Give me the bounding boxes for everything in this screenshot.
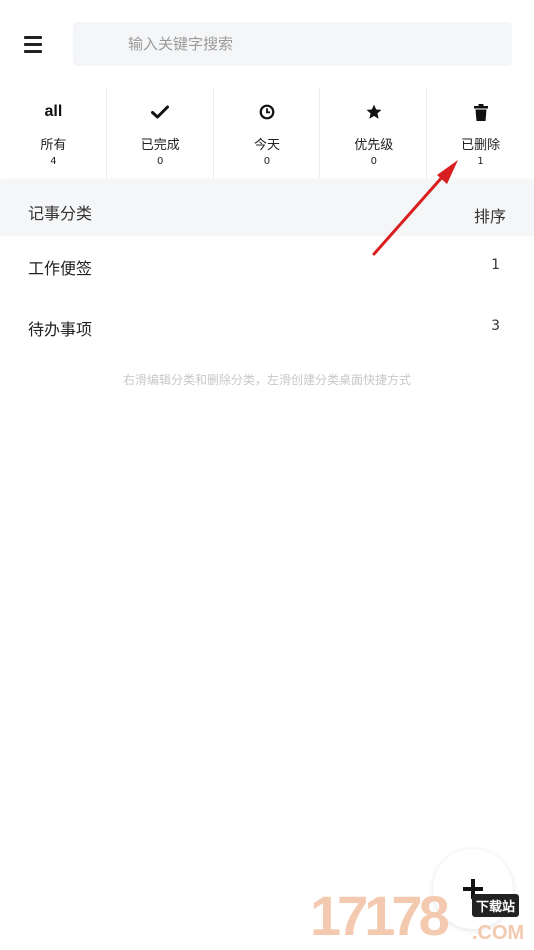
search-input[interactable] (73, 22, 512, 66)
category-count: 3 (491, 318, 500, 334)
filter-priority[interactable]: 优先级 0 (320, 88, 427, 178)
list-item-category[interactable]: 待办事项 3 (0, 297, 534, 357)
filter-deleted[interactable]: 已删除 1 (427, 88, 534, 178)
category-name: 待办事项 (28, 320, 93, 339)
filter-all[interactable]: all 所有 4 (0, 88, 107, 178)
check-icon (107, 102, 214, 122)
watermark-site: 下载站 (472, 894, 520, 917)
category-count: 1 (491, 257, 500, 273)
filter-label: 优先级 (354, 138, 394, 153)
sort-button[interactable]: 排序 (474, 203, 506, 227)
swipe-hint: 右滑编辑分类和删除分类，左滑创建分类桌面快捷方式 (122, 373, 411, 387)
list-item-category[interactable]: 工作便签 1 (0, 236, 534, 296)
top-bar (0, 0, 534, 88)
category-name: 工作便签 (28, 259, 93, 278)
filter-label: 已完成 (140, 138, 180, 153)
all-text-icon: all (44, 103, 63, 120)
category-header: 记事分类 排序 (0, 180, 534, 236)
trash-icon (427, 102, 534, 122)
section-title: 记事分类 (28, 204, 93, 223)
filter-label: 已删除 (461, 138, 501, 153)
filter-count: 0 (370, 156, 377, 167)
filter-count: 0 (157, 156, 164, 167)
filter-count: 0 (263, 156, 271, 167)
menu-icon[interactable] (22, 33, 46, 57)
filter-label: 今天 (253, 138, 280, 153)
filter-today[interactable]: 今天 0 (214, 88, 321, 178)
watermark-number: 17178 (310, 884, 450, 947)
filter-count: 1 (477, 156, 484, 167)
watermark-domain: .COM (472, 922, 525, 944)
filter-count: 4 (50, 156, 57, 167)
filter-bar: all 所有 4 已完成 0 今天 0 优先级 0 已删除 1 (0, 88, 534, 178)
filter-label: 所有 (40, 138, 67, 153)
clock-icon (214, 102, 321, 122)
filter-completed[interactable]: 已完成 0 (107, 88, 214, 178)
watermark-logo: 17178 下载站 .COM (300, 882, 534, 950)
star-icon (320, 102, 427, 122)
